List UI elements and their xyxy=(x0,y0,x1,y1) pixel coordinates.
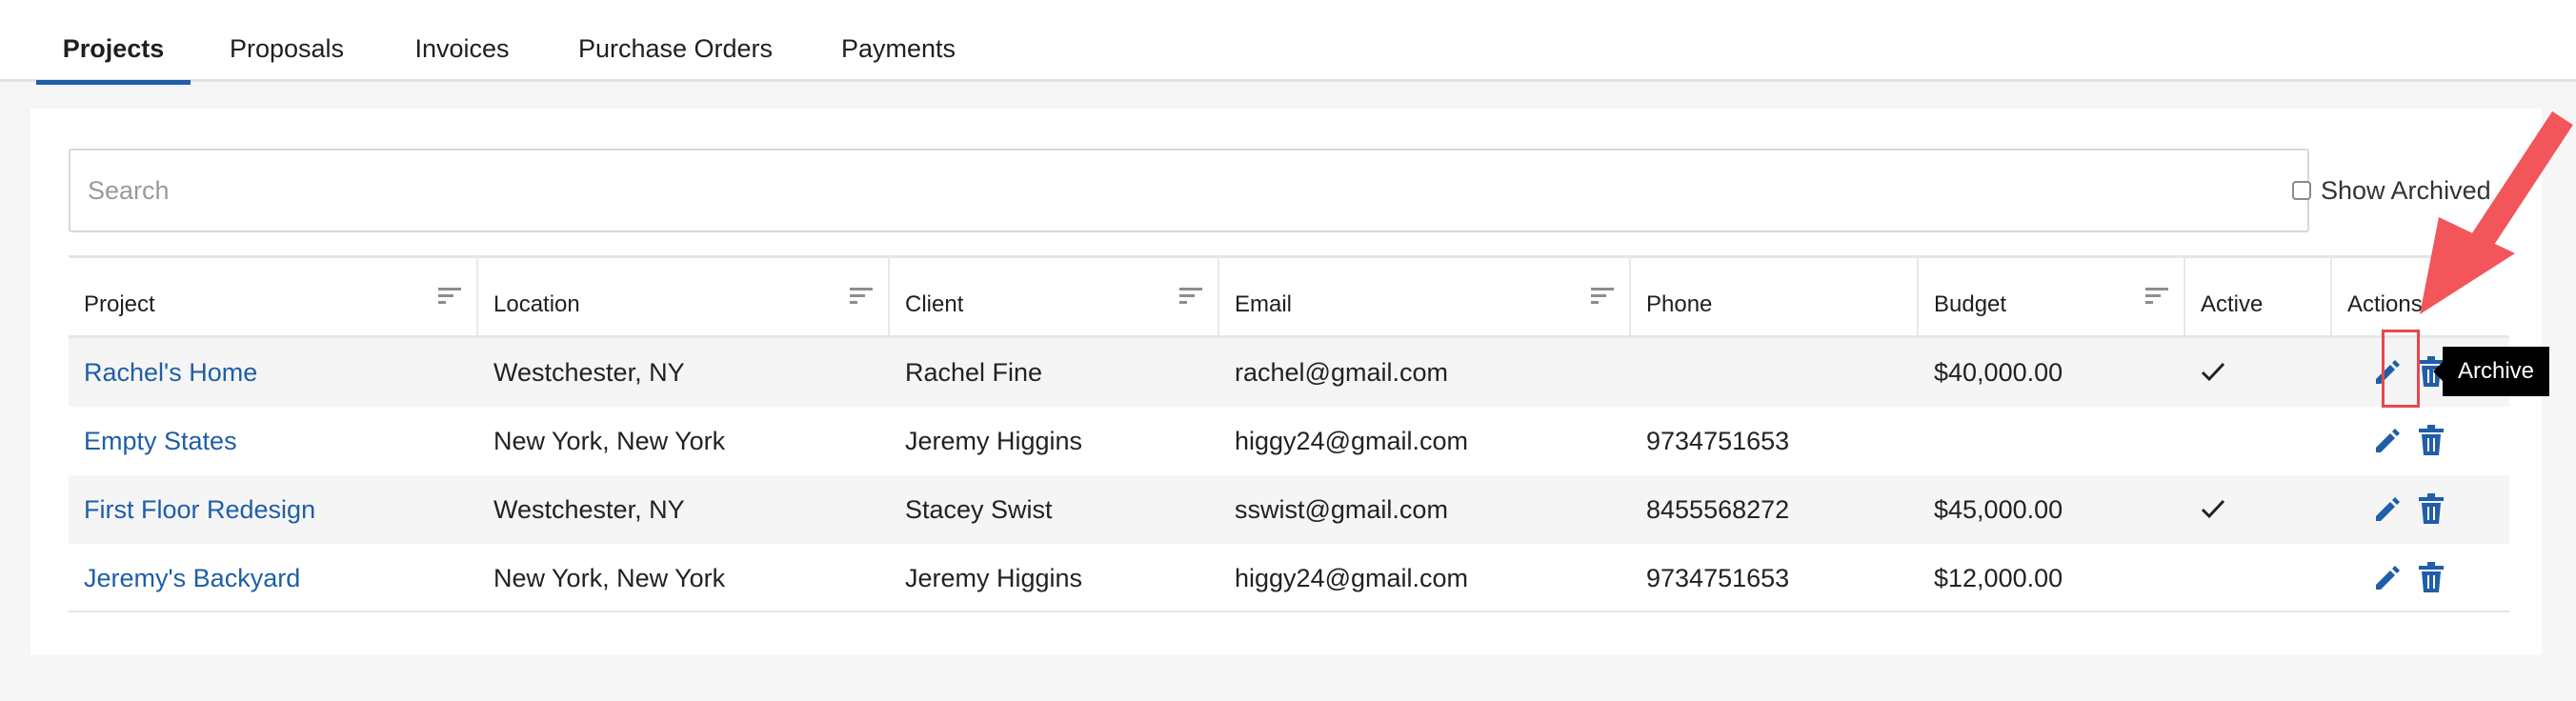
table-header: Project Location Client Email Phone Budg… xyxy=(69,258,2509,338)
location-cell: New York, New York xyxy=(493,427,726,455)
sort-icon[interactable] xyxy=(438,287,461,306)
location-cell: Westchester, NY xyxy=(493,358,685,387)
client-cell: Stacey Swist xyxy=(905,495,1053,524)
column-header-email[interactable]: Email xyxy=(1219,258,1631,335)
column-header-label: Budget xyxy=(1934,291,2007,317)
column-header-project[interactable]: Project xyxy=(69,258,478,335)
column-header-label: Client xyxy=(905,291,964,317)
table-row: Empty States New York, New York Jeremy H… xyxy=(69,407,2509,475)
column-header-active: Active xyxy=(2185,258,2332,335)
location-cell: Westchester, NY xyxy=(493,495,685,524)
budget-cell: $12,000.00 xyxy=(1934,564,2063,592)
email-cell: rachel@gmail.com xyxy=(1235,358,1448,387)
column-header-location[interactable]: Location xyxy=(478,258,890,335)
email-cell: higgy24@gmail.com xyxy=(1235,427,1469,455)
sort-icon[interactable] xyxy=(1591,287,1614,306)
search-input[interactable] xyxy=(69,149,2309,232)
client-cell: Rachel Fine xyxy=(905,358,1043,387)
project-link[interactable]: First Floor Redesign xyxy=(69,475,315,544)
trash-icon[interactable] xyxy=(2419,493,2444,524)
tab-bar: Projects Proposals Invoices Purchase Ord… xyxy=(0,0,2576,85)
budget-cell xyxy=(1919,407,1934,475)
archive-tooltip: Archive xyxy=(2432,347,2550,396)
active-cell xyxy=(2185,475,2332,544)
sort-icon[interactable] xyxy=(850,287,873,306)
column-header-label: Phone xyxy=(1646,291,1713,317)
email-cell: higgy24@gmail.com xyxy=(1235,564,1469,592)
tab-proposals[interactable]: Proposals xyxy=(221,0,352,82)
table-row: Rachel's Home Westchester, NY Rachel Fin… xyxy=(69,338,2509,407)
email-cell: sswist@gmail.com xyxy=(1235,495,1448,524)
sort-icon[interactable] xyxy=(1179,287,1202,306)
location-cell: New York, New York xyxy=(493,564,726,592)
tab-invoices[interactable]: Invoices xyxy=(402,0,522,82)
checkmark-icon xyxy=(2201,362,2225,382)
phone-cell: 9734751653 xyxy=(1646,564,1790,592)
projects-table: Project Location Client Email Phone Budg… xyxy=(69,255,2509,612)
project-link[interactable]: Jeremy's Backyard xyxy=(69,544,300,612)
tab-projects[interactable]: Projects xyxy=(36,0,191,85)
column-header-client[interactable]: Client xyxy=(890,258,1219,335)
trash-icon[interactable] xyxy=(2419,562,2444,592)
column-header-budget[interactable]: Budget xyxy=(1919,258,2185,335)
phone-cell xyxy=(1631,338,1646,407)
table-row: Jeremy's Backyard New York, New York Jer… xyxy=(69,544,2509,612)
column-header-phone: Phone xyxy=(1631,258,1919,335)
budget-cell: $40,000.00 xyxy=(1934,358,2063,387)
column-header-label: Location xyxy=(493,291,580,317)
sort-icon[interactable] xyxy=(2145,287,2168,306)
budget-cell: $45,000.00 xyxy=(1934,495,2063,524)
archive-highlight-box xyxy=(2382,330,2420,408)
pencil-icon[interactable] xyxy=(2372,495,2401,524)
project-link[interactable]: Empty States xyxy=(69,407,237,475)
phone-cell: 8455568272 xyxy=(1646,495,1790,524)
phone-cell: 9734751653 xyxy=(1646,427,1790,455)
checkmark-icon xyxy=(2201,499,2225,519)
active-cell xyxy=(2185,338,2332,407)
client-cell: Jeremy Higgins xyxy=(905,427,1083,455)
project-link[interactable]: Rachel's Home xyxy=(69,338,257,407)
client-cell: Jeremy Higgins xyxy=(905,564,1083,592)
column-header-label: Project xyxy=(84,291,155,317)
column-header-label: Active xyxy=(2201,291,2264,317)
annotation-arrow-icon xyxy=(2420,110,2573,314)
tab-purchase-orders[interactable]: Purchase Orders xyxy=(568,0,783,82)
pencil-icon[interactable] xyxy=(2372,564,2401,592)
column-header-label: Email xyxy=(1235,291,1293,317)
column-header-label: Actions xyxy=(2347,291,2423,317)
table-row: First Floor Redesign Westchester, NY Sta… xyxy=(69,475,2509,544)
trash-icon[interactable] xyxy=(2419,425,2444,455)
tab-payments[interactable]: Payments xyxy=(831,0,966,82)
pencil-icon[interactable] xyxy=(2372,427,2401,455)
show-archived-checkbox[interactable] xyxy=(2292,181,2311,200)
projects-card: Show Archived Project Location Client Em… xyxy=(30,109,2542,655)
